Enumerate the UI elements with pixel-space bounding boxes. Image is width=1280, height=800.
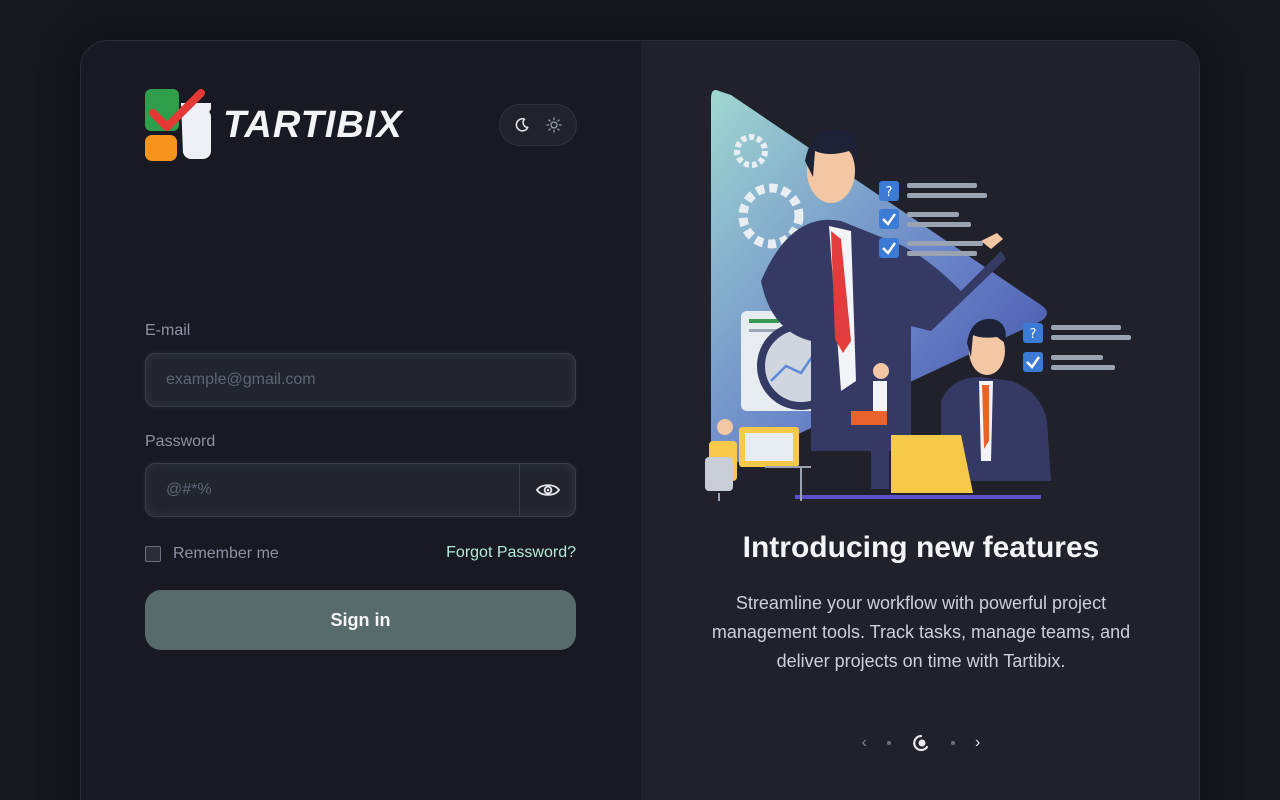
moon-icon[interactable] bbox=[509, 112, 535, 138]
promo-description: Streamline your workflow with powerful p… bbox=[711, 593, 1131, 671]
login-card: TARTIBIX E-mail Password Remember me For… bbox=[80, 40, 1200, 800]
sign-in-button[interactable]: Sign in bbox=[145, 590, 576, 650]
brand-logo: TARTIBIX bbox=[145, 89, 403, 161]
carousel-dot-active[interactable] bbox=[911, 733, 931, 753]
email-label: E-mail bbox=[145, 322, 191, 339]
forgot-password-link[interactable]: Forgot Password? bbox=[446, 544, 576, 562]
password-input[interactable] bbox=[146, 464, 519, 516]
brand-name: TARTIBIX bbox=[223, 103, 403, 146]
password-field-wrap bbox=[145, 463, 576, 517]
show-password-button[interactable] bbox=[519, 464, 575, 516]
email-input[interactable] bbox=[146, 354, 575, 406]
remember-me[interactable]: Remember me bbox=[145, 545, 279, 563]
chevron-right-icon[interactable]: › bbox=[975, 734, 980, 752]
logo-mark-icon bbox=[145, 89, 211, 161]
chevron-left-icon[interactable]: ‹ bbox=[862, 734, 867, 752]
theme-toggle[interactable] bbox=[499, 104, 577, 146]
email-field-wrap bbox=[145, 353, 576, 407]
eye-icon bbox=[535, 484, 560, 496]
carousel-nav: ‹ › bbox=[641, 733, 1199, 753]
remember-label: Remember me bbox=[173, 545, 279, 562]
svg-text:?: ? bbox=[1030, 327, 1037, 342]
promo-panel: ? ? Introducing new features Streamline … bbox=[641, 41, 1199, 800]
svg-text:?: ? bbox=[886, 185, 893, 200]
sun-icon[interactable] bbox=[541, 112, 567, 138]
carousel-dot-3[interactable] bbox=[951, 741, 955, 745]
promo-title: Introducing new features bbox=[742, 531, 1100, 564]
password-label: Password bbox=[145, 433, 216, 450]
login-panel: TARTIBIX E-mail Password Remember me For… bbox=[81, 41, 641, 800]
carousel-dot-1[interactable] bbox=[887, 741, 891, 745]
remember-checkbox[interactable] bbox=[145, 546, 161, 562]
business-team-illustration: ? ? bbox=[705, 90, 1131, 501]
